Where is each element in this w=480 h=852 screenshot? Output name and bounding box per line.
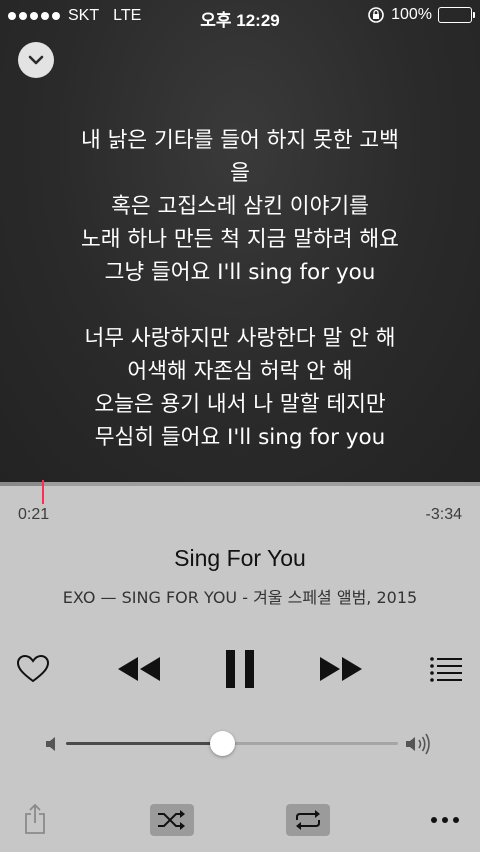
lyric-line: 혹은 고집스레 삼킨 이야기를 [111,194,369,219]
heart-icon [16,654,50,683]
lyric-line: 노래 하나 만든 척 지금 말하려 해요 [81,227,399,252]
collapse-button[interactable] [18,42,54,78]
speaker-high-icon [406,733,430,755]
next-button[interactable] [316,652,368,686]
repeat-button[interactable] [286,804,330,836]
lyric-line: 너무 사랑하지만 사랑한다 말 안 해 [84,326,396,351]
lyric-line: 그냥 들어요 I'll sing for you [104,260,376,285]
battery-icon [438,7,475,23]
lyric-line: 어색해 자존심 허락 안 해 [127,359,353,384]
share-icon [25,803,45,834]
lyrics-text: 내 낡은 기타를 들어 하지 못한 고백 을 혹은 고집스레 삼킨 이야기를 노… [0,124,480,454]
lyric-line: 내 낡은 기타를 들어 하지 못한 고백 [81,128,399,153]
shuffle-button[interactable] [150,804,194,836]
share-button[interactable] [22,802,48,836]
remaining-time: -3:34 [425,506,462,523]
volume-knob[interactable] [209,731,235,756]
shuffle-icon [158,810,185,830]
battery-percent: 100% [391,6,432,23]
lyrics-pane[interactable]: SKT LTE 오후 12:29 100% 내 낡은 기타를 들어 하지 못한 … [0,0,480,482]
more-icon [431,817,459,823]
playhead[interactable] [41,480,44,504]
pause-icon [226,650,254,688]
progress-bar[interactable] [0,482,480,486]
track-subtitle[interactable]: EXO — SING FOR YOU - 겨울 스페셜 앨범, 2015 [0,584,480,608]
status-bar: SKT LTE 오후 12:29 100% [0,0,480,32]
volume-fill [66,742,223,745]
status-right: 100% [367,6,475,24]
fast-forward-icon [320,657,362,681]
speaker-low-icon [46,737,55,751]
queue-button[interactable] [428,654,464,684]
play-pause-button[interactable] [220,648,260,690]
previous-button[interactable] [112,652,164,686]
track-title: Sing For You [174,545,306,571]
list-icon [430,657,462,682]
more-button[interactable] [428,808,462,832]
rewind-icon [118,657,160,681]
lyric-line: 무심히 들어요 I'll sing for you [94,425,386,450]
elapsed-time: 0:21 [18,506,50,523]
lyric-line: 오늘은 용기 내서 나 말할 테지만 [94,392,386,417]
repeat-icon [296,810,320,830]
stanza-break [0,289,480,322]
progress-fill [0,482,43,486]
rotation-lock-icon [368,7,384,23]
chevron-down-icon [28,55,44,65]
like-button[interactable] [14,650,52,688]
lyric-line: 을 [230,161,250,186]
